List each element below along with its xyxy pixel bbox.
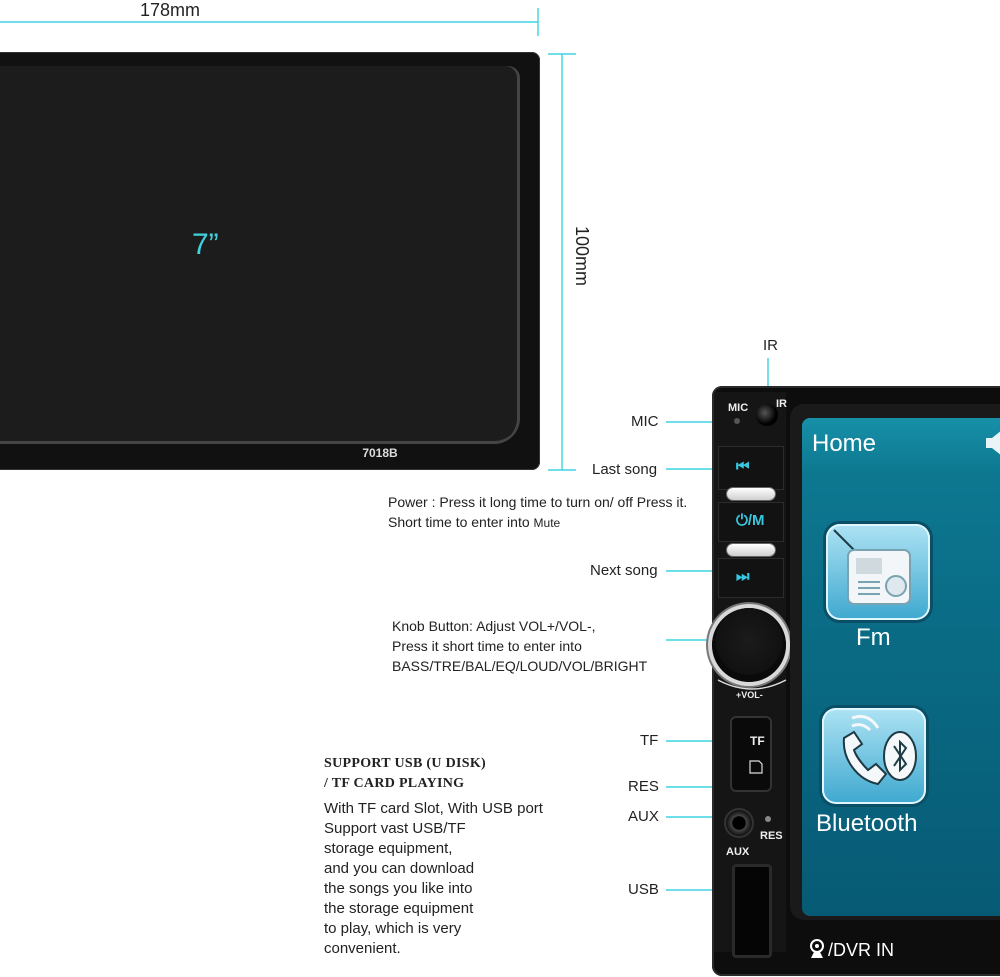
- support-body-line: the storage equipment: [324, 900, 474, 917]
- speaker-icon[interactable]: [982, 428, 1000, 458]
- support-body-line: to play, which is very: [324, 920, 462, 937]
- power-callout-line2-text: Short time to enter into: [388, 514, 534, 530]
- fm-app-tile[interactable]: [826, 524, 930, 620]
- camera-icon: [810, 939, 824, 958]
- sd-card-icon: [749, 760, 763, 774]
- bluetooth-phone-icon: [842, 714, 917, 786]
- mic-hole: [734, 418, 740, 424]
- support-heading-line1: SUPPORT USB (U DISK): [324, 756, 486, 771]
- previous-track-icon: ⏮: [736, 458, 750, 475]
- mute-keyword: Mute: [533, 516, 561, 530]
- reset-hole[interactable]: [765, 816, 771, 822]
- tf-card-slot[interactable]: [730, 716, 772, 792]
- height-dimension-label: 100mm: [572, 226, 592, 287]
- button-divider-pill: [727, 488, 775, 500]
- support-body-line: and you can download: [324, 860, 475, 877]
- support-heading-line2: / TF CARD PLAYING: [324, 776, 465, 791]
- aux-jack[interactable]: [724, 808, 754, 838]
- support-body-line: the songs you like into: [324, 880, 473, 897]
- next-song-button[interactable]: ⏭: [718, 558, 784, 598]
- mic-callout: MIC: [631, 413, 659, 430]
- next-track-icon: ⏭: [736, 568, 750, 585]
- dvr-in-label: /DVR IN: [828, 940, 895, 960]
- support-body-line: storage equipment,: [324, 840, 453, 857]
- support-body-line: Support vast USB/TF: [324, 820, 466, 837]
- support-body: With TF card Slot, With USB port Support…: [324, 799, 543, 959]
- last-song-callout: Last song: [592, 461, 658, 478]
- tf-marking: TF: [750, 734, 765, 748]
- knob-callout-line3: BASS/TRE/BAL/EQ/LOUD/VOL/BRIGHT: [392, 658, 648, 674]
- support-body-line: convenient.: [324, 940, 401, 957]
- res-marking: RES: [760, 830, 783, 842]
- ir-marking: IR: [776, 398, 787, 410]
- power-icon: ⏻/M: [736, 512, 765, 529]
- width-dimension-label: 178mm: [140, 0, 201, 20]
- ir-callout: IR: [763, 337, 778, 354]
- mic-marking: MIC: [728, 402, 749, 414]
- res-callout: RES: [628, 778, 659, 795]
- volume-knob[interactable]: [712, 608, 786, 682]
- model-label: 7018B: [362, 446, 398, 460]
- aux-callout: AUX: [628, 808, 659, 825]
- last-song-button[interactable]: ⏮: [718, 446, 784, 490]
- bluetooth-app-label: Bluetooth: [816, 810, 918, 837]
- bluetooth-app-tile[interactable]: [822, 708, 926, 804]
- power-mute-button[interactable]: ⏻/M: [718, 502, 784, 542]
- aux-marking: AUX: [726, 846, 750, 858]
- display-screen: [802, 418, 1000, 916]
- power-callout-line1: Power : Press it long time to turn on/ o…: [388, 494, 688, 510]
- support-body-line: With TF card Slot, With USB port: [324, 800, 543, 817]
- usb-callout: USB: [628, 881, 659, 898]
- usb-port[interactable]: [732, 864, 772, 958]
- knob-callout-line1: Knob Button: Adjust VOL+/VOL-,: [392, 618, 596, 634]
- fm-app-label: Fm: [856, 624, 891, 651]
- vol-marking: +VOL-: [736, 690, 763, 700]
- next-song-callout: Next song: [590, 562, 658, 579]
- ir-sensor: [756, 404, 778, 426]
- power-callout-line2: Short time to enter into Mute: [388, 512, 560, 533]
- screen-glass: [0, 66, 520, 444]
- button-divider-pill: [727, 544, 775, 556]
- tf-callout: TF: [640, 732, 659, 749]
- home-title: Home: [812, 430, 877, 457]
- knob-callout-line2: Press it short time to enter into: [392, 638, 582, 654]
- diagonal-size-label: 7”: [192, 228, 219, 261]
- radio-icon: [833, 529, 911, 605]
